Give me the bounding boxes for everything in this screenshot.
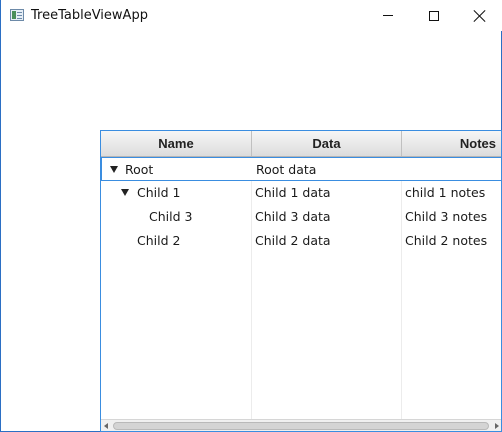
tree-row-child-1[interactable]: Child 1 Child 1 data child 1 notes xyxy=(101,181,501,205)
cell-name: Child 2 xyxy=(101,229,251,253)
scrollbar-thumb[interactable] xyxy=(113,422,489,430)
table-header: Name Data Notes xyxy=(101,131,501,157)
table-body: Root Root data Child 1 Child 1 data chil… xyxy=(101,157,501,419)
column-header-name[interactable]: Name xyxy=(101,131,252,156)
scroll-left-icon[interactable] xyxy=(104,423,108,429)
row-name: Child 2 xyxy=(137,233,181,248)
tree-row-child-2[interactable]: Child 2 Child 2 data Child 2 notes xyxy=(101,229,501,253)
column-header-data[interactable]: Data xyxy=(252,131,402,156)
maximize-icon xyxy=(429,10,439,21)
expand-arrow-icon[interactable] xyxy=(121,189,129,196)
app-window-icon xyxy=(10,9,24,21)
horizontal-scrollbar[interactable] xyxy=(101,419,501,431)
cell-data: Root data xyxy=(256,162,317,177)
cell-notes xyxy=(406,158,501,182)
maximize-button[interactable] xyxy=(411,0,457,31)
title-bar[interactable]: TreeTableViewApp xyxy=(1,0,502,31)
cell-notes: child 1 notes xyxy=(405,185,486,200)
close-button[interactable] xyxy=(457,0,502,31)
tree-row-child-3[interactable]: Child 3 Child 3 data Child 3 notes xyxy=(101,205,501,229)
column-header-notes[interactable]: Notes xyxy=(402,131,501,156)
window-title: TreeTableViewApp xyxy=(31,8,148,23)
cell-data: Child 3 data xyxy=(255,209,331,224)
cell-name: Child 3 xyxy=(101,205,251,229)
minimize-icon xyxy=(383,15,393,16)
cell-data: Child 2 data xyxy=(255,233,331,248)
tree-table-view[interactable]: Name Data Notes Root Root data Child 1 C… xyxy=(100,130,502,432)
cell-data: Child 1 data xyxy=(255,185,331,200)
cell-notes: Child 3 notes xyxy=(405,209,488,224)
row-name: Child 3 xyxy=(149,209,193,224)
tree-row-root[interactable]: Root Root data xyxy=(101,157,501,182)
cell-name: Root xyxy=(102,158,252,182)
close-icon xyxy=(474,10,486,22)
scroll-right-icon[interactable] xyxy=(495,423,499,429)
expand-arrow-icon[interactable] xyxy=(110,166,118,173)
row-name: Root xyxy=(125,162,154,177)
minimize-button[interactable] xyxy=(365,0,411,31)
cell-name: Child 1 xyxy=(101,181,251,205)
cell-notes: Child 2 notes xyxy=(405,233,488,248)
row-name: Child 1 xyxy=(137,185,181,200)
